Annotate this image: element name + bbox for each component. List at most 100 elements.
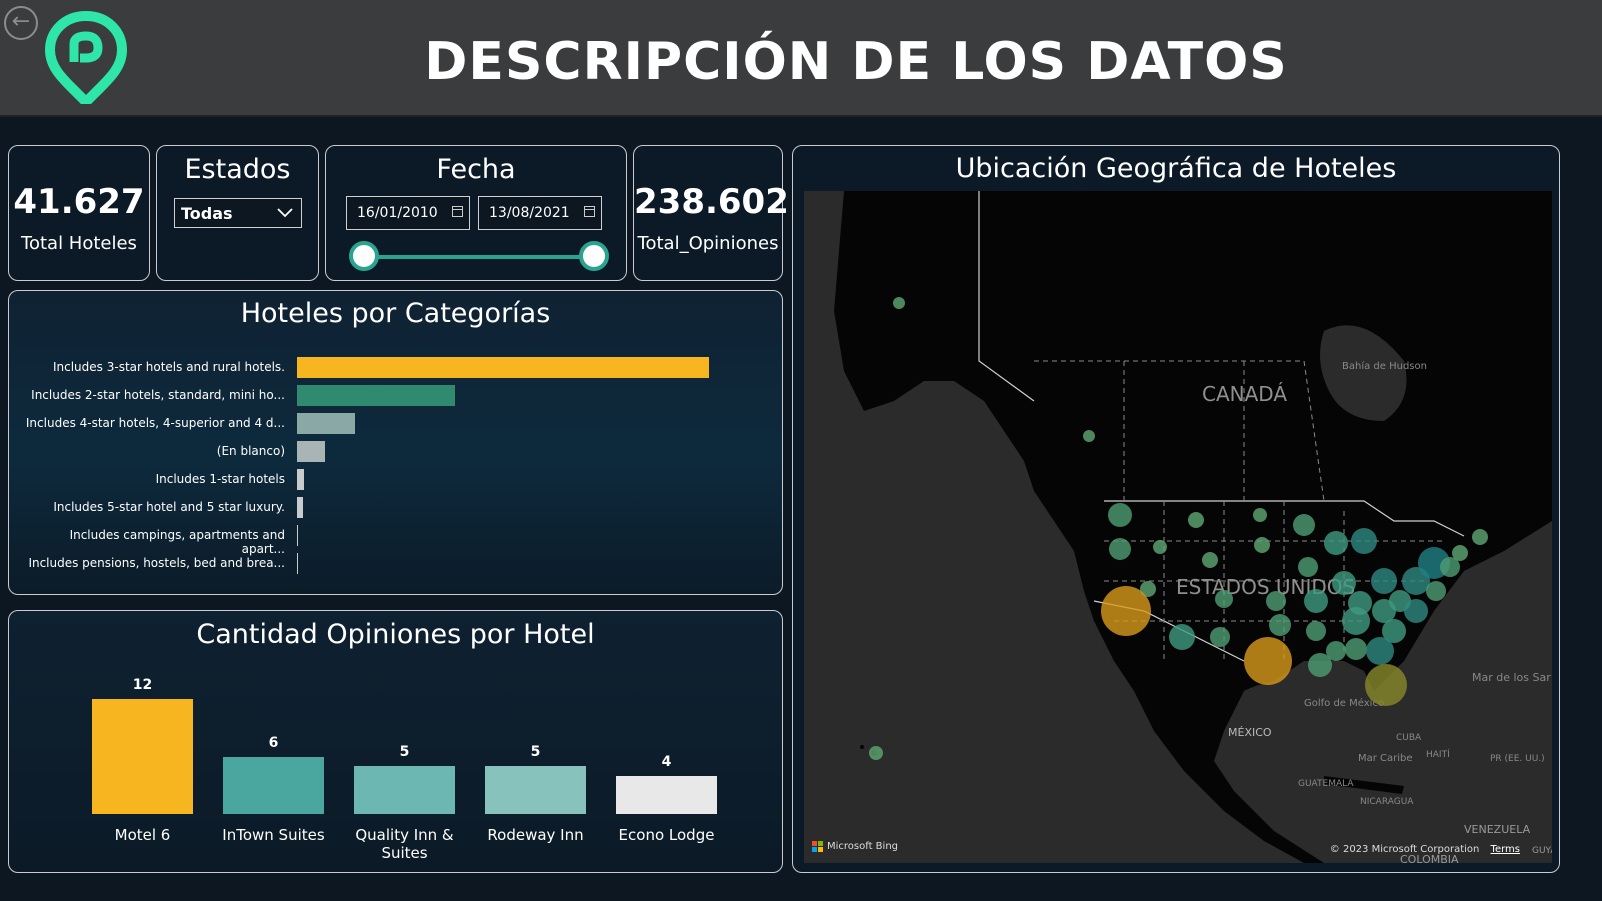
- hotel-location-bubble[interactable]: [1215, 590, 1233, 608]
- hotel-location-bubble[interactable]: [1472, 529, 1488, 545]
- hotel-location-bubble[interactable]: [1108, 503, 1132, 527]
- hotel-location-bubble[interactable]: [1083, 430, 1095, 442]
- terms-link[interactable]: Terms: [1491, 844, 1520, 855]
- kpi-label-total-hoteles: Total Hoteles: [21, 233, 137, 254]
- category-label: Includes 2-star hotels, standard, mini h…: [31, 388, 285, 402]
- estados-dropdown[interactable]: Todas: [174, 198, 302, 228]
- map-label-hudson: Bahía de Hudson: [1342, 360, 1427, 372]
- start-date-input[interactable]: 16/01/2010: [346, 196, 470, 230]
- hotel-location-bubble[interactable]: [893, 297, 905, 309]
- kpi-label-total-opiniones: Total_Opiniones: [637, 233, 779, 254]
- calendar-icon[interactable]: [584, 206, 595, 217]
- map-label-venezuela: VENEZUELA: [1464, 823, 1531, 836]
- bing-attribution: Microsoft Bing: [812, 841, 898, 852]
- page-title: DESCRIPCIÓN DE LOS DATOS: [424, 32, 1288, 92]
- hotel-location-bubble[interactable]: [1210, 627, 1230, 647]
- hotel-name-label: Motel 6: [114, 826, 171, 844]
- end-date-input[interactable]: 13/08/2021: [478, 196, 602, 230]
- hotel-location-bubble[interactable]: [1342, 607, 1370, 635]
- hotel-location-bubble[interactable]: [1254, 537, 1270, 553]
- map-label-pr: PR (EE. UU.): [1490, 754, 1545, 764]
- category-label: (En blanco): [216, 444, 285, 458]
- category-bar[interactable]: [297, 525, 298, 546]
- opinions-chart-card: Cantidad Opiniones por Hotel 12 Motel 6 6 I…: [8, 610, 783, 873]
- category-bar[interactable]: [297, 469, 305, 490]
- map-canvas[interactable]: CANADÁ ESTADOS UNIDOS MÉXICO Bahía de Hu…: [804, 191, 1552, 863]
- map-label-cuba: CUBA: [1396, 733, 1422, 743]
- kpi-card-total-hoteles: 41.627 Total Hoteles: [8, 145, 150, 281]
- hotel-name-label: InTown Suites: [222, 826, 325, 844]
- hotel-location-bubble[interactable]: [1345, 638, 1367, 660]
- opinion-value-label: 4: [661, 753, 672, 770]
- hotel-location-bubble[interactable]: [1452, 545, 1468, 561]
- hotel-location-bubble[interactable]: [1101, 586, 1151, 636]
- hotel-location-bubble[interactable]: [1293, 514, 1315, 536]
- kpi-card-total-opiniones: 238.602 Total_Opiniones: [633, 145, 789, 281]
- category-bar[interactable]: [297, 357, 709, 378]
- hotel-map[interactable]: CANADÁ ESTADOS UNIDOS MÉXICO Bahía de Hu…: [804, 191, 1552, 863]
- estados-title: Estados: [184, 154, 291, 185]
- map-label-guatemala: GUATEMALA: [1298, 779, 1354, 789]
- hotel-location-bubble[interactable]: [1266, 591, 1286, 611]
- map-label-guyana: GUYA: [1532, 846, 1552, 856]
- category-bar[interactable]: [297, 553, 298, 574]
- hotel-location-bubble[interactable]: [1324, 531, 1348, 555]
- hotel-location-bubble[interactable]: [1351, 528, 1377, 554]
- category-bar[interactable]: [297, 497, 304, 518]
- hotel-location-bubble[interactable]: [869, 746, 883, 760]
- category-bar[interactable]: [297, 441, 326, 462]
- fecha-slicer-card: Fecha 16/01/2010 13/08/2021: [325, 145, 627, 281]
- map-copyright: © 2023 Microsoft Corporation Terms: [1330, 844, 1520, 855]
- hotel-location-bubble[interactable]: [1169, 624, 1195, 650]
- hotel-location-bubble[interactable]: [1153, 540, 1167, 554]
- end-date-slider-handle[interactable]: [579, 241, 609, 271]
- opinion-value-label: 6: [268, 734, 279, 751]
- map-title: Ubicación Geográfica de Hoteles: [955, 153, 1397, 184]
- fecha-title: Fecha: [436, 154, 516, 185]
- map-label-caribbean: Mar Caribe: [1358, 753, 1413, 764]
- category-label: Includes pensions, hostels, bed and brea…: [28, 556, 285, 570]
- map-label-usa: ESTADOS UNIDOS: [1176, 575, 1355, 599]
- hotel-location-bubble[interactable]: [1304, 589, 1328, 613]
- hotel-location-bubble[interactable]: [1404, 599, 1428, 623]
- opinion-value-label: 5: [530, 744, 541, 761]
- hotel-location-bubble[interactable]: [1109, 538, 1131, 560]
- category-bar[interactable]: [297, 413, 355, 434]
- map-card: Ubicación Geográfica de Hoteles CANADÁ E…: [792, 145, 1560, 873]
- start-date-slider-handle[interactable]: [349, 241, 379, 271]
- opinion-value-label: 5: [399, 744, 410, 761]
- opinion-value-label: 12: [132, 677, 153, 693]
- hotel-location-bubble[interactable]: [1253, 508, 1267, 522]
- estados-selected-value: Todas: [181, 204, 233, 223]
- hotel-location-bubble[interactable]: [1244, 637, 1292, 685]
- hotel-location-bubble[interactable]: [1188, 512, 1204, 528]
- opinion-bar[interactable]: [223, 756, 324, 814]
- hotel-location-bubble[interactable]: [1269, 614, 1291, 636]
- map-label-canada: CANADÁ: [1202, 382, 1287, 406]
- hotel-location-bubble[interactable]: [1202, 552, 1218, 568]
- hotel-location-bubble[interactable]: [1308, 653, 1332, 677]
- hotel-location-bubble[interactable]: [1371, 568, 1397, 594]
- hotel-name-label: Quality Inn & Suites: [355, 826, 454, 862]
- hotel-location-bubble[interactable]: [1426, 581, 1446, 601]
- opinion-bar[interactable]: [485, 766, 586, 814]
- map-label-nicaragua: NICARAGUA: [1360, 797, 1414, 807]
- opinion-bar[interactable]: [92, 699, 193, 814]
- hotel-location-bubble[interactable]: [1366, 637, 1394, 665]
- category-label: Includes 1-star hotels: [155, 472, 285, 486]
- hotel-location-bubble[interactable]: [1332, 571, 1356, 595]
- categories-chart-card: Hoteles por Categorías Includes 3-star h…: [8, 290, 783, 595]
- calendar-icon[interactable]: [452, 206, 463, 217]
- kpi-value-total-hoteles: 41.627: [13, 182, 145, 222]
- map-label-mexico: MÉXICO: [1228, 726, 1272, 739]
- hotel-name-label: Rodeway Inn: [487, 826, 584, 844]
- end-date-value: 13/08/2021: [489, 205, 570, 221]
- category-bar[interactable]: [297, 385, 455, 406]
- map-label-sargasso: Mar de los Sar: [1472, 671, 1551, 684]
- hotel-location-bubble[interactable]: [1365, 664, 1407, 706]
- opinion-bar[interactable]: [354, 766, 455, 814]
- category-label: Includes 4-star hotels, 4-superior and 4…: [25, 416, 285, 430]
- hotel-location-bubble[interactable]: [1298, 557, 1318, 577]
- hotel-location-bubble[interactable]: [1306, 621, 1326, 641]
- opinion-bar[interactable]: [616, 775, 717, 814]
